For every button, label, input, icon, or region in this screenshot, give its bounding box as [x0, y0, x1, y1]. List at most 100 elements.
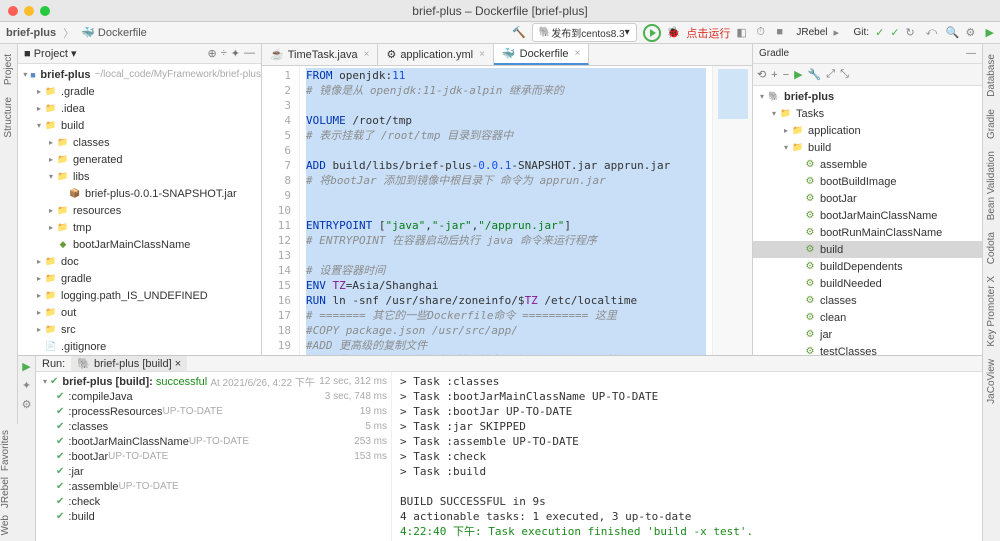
git-update-icon[interactable]: ✓ — [875, 26, 884, 39]
tree-item[interactable]: ▸📁logging.path_IS_UNDEFINED — [18, 287, 261, 304]
gradle-item[interactable]: ⚙jar — [753, 326, 982, 343]
tree-item[interactable]: ▸📁.idea — [18, 100, 261, 117]
editor-tab[interactable]: 🐳Dockerfile× — [494, 44, 589, 65]
close-window-icon[interactable] — [8, 6, 18, 16]
gradle-refresh-icon[interactable]: ⟲ — [757, 68, 766, 81]
jrebel-icon[interactable]: ▸ — [834, 26, 848, 40]
run-task-row[interactable]: ✔:assemble UP-TO-DATE — [40, 479, 387, 494]
stop-icon[interactable]: ■ — [776, 26, 790, 40]
run-console[interactable]: > Task :classes> Task :bootJarMainClassN… — [392, 372, 982, 541]
collapse-icon[interactable]: ✦ — [231, 47, 240, 60]
left-tab-project[interactable]: Project — [3, 54, 14, 85]
tree-item[interactable]: ▸📁classes — [18, 134, 261, 151]
editor-tab[interactable]: ⚙application.yml× — [378, 44, 493, 65]
gradle-expand-icon[interactable]: ⤢ — [826, 68, 835, 81]
tree-item[interactable]: ▸📁gradle — [18, 270, 261, 287]
run-task-row[interactable]: ✔:jar — [40, 464, 387, 479]
left-tab-jrebel[interactable]: JRebel — [0, 477, 11, 508]
tree-item[interactable]: 📄.gitignore — [18, 338, 261, 355]
git-revert-icon[interactable]: ⤺ — [926, 26, 940, 40]
right-tab-bean[interactable]: Bean Validation — [986, 151, 997, 220]
tree-item[interactable]: 📦brief-plus-0.0.1-SNAPSHOT.jar — [18, 185, 261, 202]
gradle-item[interactable]: ⚙testClasses — [753, 343, 982, 355]
left-tab-favorites[interactable]: Favorites — [0, 430, 11, 471]
settings-icon[interactable]: ⚙ — [966, 26, 980, 40]
close-tab-icon[interactable]: × — [575, 48, 581, 59]
tree-item[interactable]: ▸📁src — [18, 321, 261, 338]
expand-icon[interactable]: ÷ — [221, 47, 227, 60]
run-stop-icon[interactable]: ✦ — [22, 379, 31, 392]
left-tab-structure[interactable]: Structure — [3, 97, 14, 138]
gradle-item[interactable]: ⚙buildDependents — [753, 258, 982, 275]
left-tab-web[interactable]: Web — [0, 515, 11, 535]
run-task-row[interactable]: ✔:compileJava3 sec, 748 ms — [40, 389, 387, 404]
debug-icon[interactable]: 🐞 — [667, 26, 681, 39]
minimize-window-icon[interactable] — [24, 6, 34, 16]
gradle-item[interactable]: ⚙build — [753, 241, 982, 258]
gradle-item[interactable]: ⚙bootBuildImage — [753, 173, 982, 190]
tree-item[interactable]: ▾📁libs — [18, 168, 261, 185]
gradle-item[interactable]: ▸📁application — [753, 122, 982, 139]
right-tab-codota[interactable]: Codota — [986, 232, 997, 264]
run-task-row[interactable]: ✔:check — [40, 494, 387, 509]
tree-item[interactable]: ▾📁build — [18, 117, 261, 134]
run-tab[interactable]: 🐘 brief-plus [build] × — [71, 356, 187, 371]
hide-gradle-icon[interactable]: — — [966, 48, 976, 59]
tree-item[interactable]: ◆bootJarMainClassName — [18, 236, 261, 253]
select-opened-icon[interactable]: ⊕ — [208, 47, 217, 60]
run-filter-icon[interactable]: ⚙ — [22, 398, 32, 411]
editor-content[interactable]: FROM openjdk:11# 镜像是从 openjdk:11-jdk-alp… — [300, 66, 712, 355]
hide-icon[interactable]: — — [244, 47, 255, 60]
run-task-row[interactable]: ✔:processResources UP-TO-DATE19 ms — [40, 404, 387, 419]
run-config-selector[interactable]: 🐘 发布到centos8.3 ▾ — [532, 23, 637, 42]
run-button[interactable] — [643, 24, 661, 42]
hammer-icon[interactable]: 🔨 — [512, 26, 526, 39]
gradle-item[interactable]: ⚙bootJar — [753, 190, 982, 207]
right-tab-database[interactable]: Database — [986, 54, 997, 97]
coverage-icon[interactable]: ◧ — [736, 26, 750, 40]
close-tab-icon[interactable]: × — [364, 49, 370, 60]
right-tab-gradle[interactable]: Gradle — [986, 109, 997, 139]
tree-item[interactable]: ▸📁generated — [18, 151, 261, 168]
gradle-item[interactable]: ⚙assemble — [753, 156, 982, 173]
gradle-root[interactable]: ▾🐘 brief-plus — [753, 88, 982, 105]
right-tab-jacoview[interactable]: JaCoView — [986, 359, 997, 404]
tree-item[interactable]: ▸📁tmp — [18, 219, 261, 236]
breadcrumb-file[interactable]: 🐳 Dockerfile — [81, 26, 147, 39]
profiler-icon[interactable]: ⏱ — [756, 26, 770, 40]
gradle-minus-icon[interactable]: − — [783, 69, 789, 81]
minimap[interactable] — [712, 66, 752, 355]
git-history-icon[interactable]: ↻ — [906, 26, 920, 40]
close-tab-icon[interactable]: × — [479, 49, 485, 60]
gradle-item[interactable]: ⚙classes — [753, 292, 982, 309]
breadcrumb-root[interactable]: brief-plus — [6, 27, 56, 39]
tree-item[interactable]: ▸📁out — [18, 304, 261, 321]
git-commit-icon[interactable]: ✓ — [890, 26, 899, 39]
tree-item[interactable]: ▸📁.gradle — [18, 83, 261, 100]
right-tab-keypromoter[interactable]: Key Promoter X — [986, 276, 997, 347]
run-task-row[interactable]: ✔:bootJar UP-TO-DATE153 ms — [40, 449, 387, 464]
run-task-row[interactable]: ✔:bootJarMainClassName UP-TO-DATE253 ms — [40, 434, 387, 449]
gradle-run-icon[interactable]: ▶ — [794, 68, 802, 81]
search-icon[interactable]: 🔍 — [946, 26, 960, 40]
gradle-plus-icon[interactable]: + — [771, 69, 777, 81]
gradle-wrench-icon[interactable]: 🔧 — [808, 68, 822, 81]
jrebel-label[interactable]: JRebel — [796, 27, 827, 38]
gradle-item[interactable]: ▾📁Tasks — [753, 105, 982, 122]
run-rerun-icon[interactable]: ▶ — [22, 360, 30, 373]
run-task-row[interactable]: ✔:classes5 ms — [40, 419, 387, 434]
jrebel-run-icon[interactable]: ▶ — [986, 26, 994, 39]
project-root[interactable]: ▾■ brief-plus ~/local_code/MyFramework/b… — [18, 66, 261, 83]
gradle-item[interactable]: ▾📁build — [753, 139, 982, 156]
run-task-row[interactable]: ✔:build — [40, 509, 387, 524]
gradle-collapse-icon[interactable]: ⤡ — [840, 68, 849, 81]
run-task-tree[interactable]: ▾✔ brief-plus [build]: successful At 202… — [36, 372, 392, 541]
tree-item[interactable]: ▸📁resources — [18, 202, 261, 219]
editor-tab[interactable]: ☕TimeTask.java× — [262, 44, 378, 65]
gradle-item[interactable]: ⚙buildNeeded — [753, 275, 982, 292]
maximize-window-icon[interactable] — [40, 6, 50, 16]
gradle-item[interactable]: ⚙bootJarMainClassName — [753, 207, 982, 224]
gradle-item[interactable]: ⚙clean — [753, 309, 982, 326]
tree-item[interactable]: ▸📁doc — [18, 253, 261, 270]
gradle-item[interactable]: ⚙bootRunMainClassName — [753, 224, 982, 241]
